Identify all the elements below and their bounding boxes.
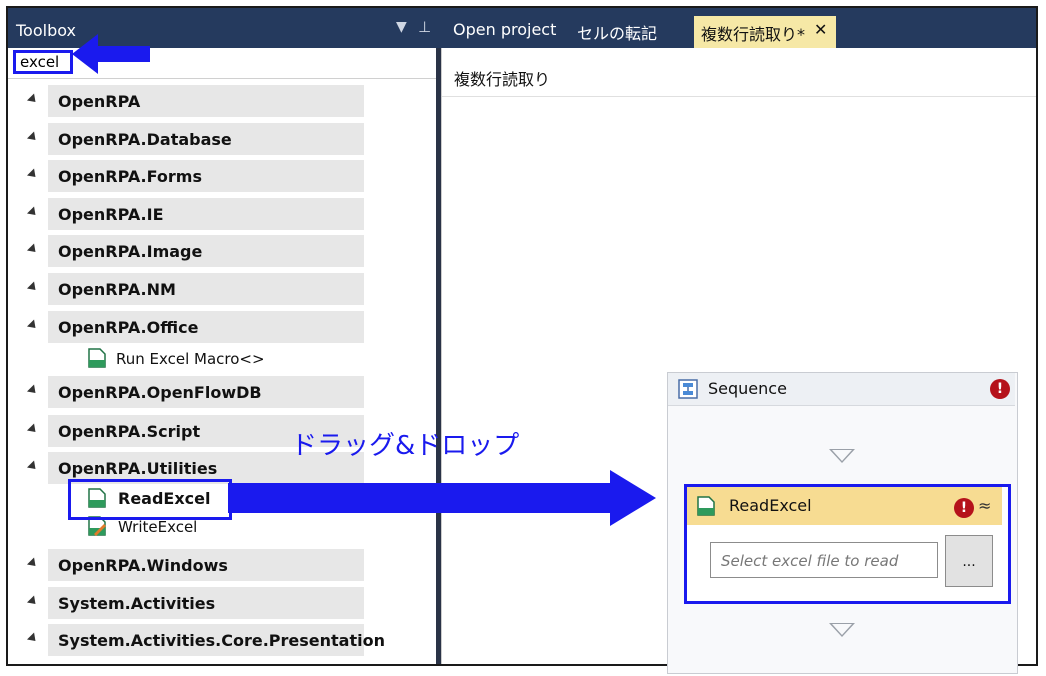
collapse-icon[interactable]: ≈ bbox=[978, 496, 991, 515]
category-openrpa[interactable]: OpenRPA bbox=[48, 85, 364, 117]
category-openrpa-image[interactable]: OpenRPA.Image bbox=[48, 235, 364, 267]
category-openrpa-ie[interactable]: OpenRPA.IE bbox=[48, 198, 364, 230]
tab-cell-copy[interactable]: セルの転記 bbox=[577, 20, 657, 44]
category-system-activities-core-presentation[interactable]: System.Activities.Core.Presentation bbox=[48, 624, 385, 656]
category-label: OpenRPA.Database bbox=[58, 130, 232, 149]
category-label: OpenRPA.Script bbox=[58, 422, 201, 441]
toolbox-title: Toolbox bbox=[16, 21, 76, 40]
toolbox-search-input[interactable]: excel bbox=[13, 50, 73, 74]
sequence-title: Sequence bbox=[708, 379, 787, 398]
tab-close-icon[interactable]: ✕ bbox=[814, 20, 827, 39]
expand-icon[interactable] bbox=[26, 423, 40, 436]
drop-target-icon[interactable] bbox=[829, 449, 855, 463]
tab-open-project[interactable]: Open project bbox=[453, 20, 556, 39]
readexcel-header: ReadExcel ! ≈ bbox=[687, 487, 1002, 525]
expand-icon[interactable] bbox=[26, 281, 40, 294]
category-openrpa-windows[interactable]: OpenRPA.Windows bbox=[48, 549, 364, 581]
drag-drop-arrow bbox=[228, 470, 656, 526]
document-tab-bar: Open project セルの転記 複数行読取り* ✕ bbox=[441, 8, 1036, 48]
excel-file-path-input[interactable]: Select excel file to read bbox=[710, 542, 938, 578]
expand-icon[interactable] bbox=[26, 243, 40, 256]
category-label: OpenRPA.Office bbox=[58, 318, 199, 337]
category-label: OpenRPA.Image bbox=[58, 242, 203, 261]
category-label: System.Activities bbox=[58, 594, 216, 613]
excel-file-icon bbox=[697, 496, 715, 516]
browse-file-button[interactable]: ... bbox=[945, 535, 993, 587]
category-label: OpenRPA.Utilities bbox=[58, 459, 218, 478]
error-icon: ! bbox=[990, 379, 1010, 399]
category-openrpa-openflowdb[interactable]: OpenRPA.OpenFlowDB bbox=[48, 376, 364, 408]
category-openrpa-office[interactable]: OpenRPA.Office bbox=[48, 311, 364, 343]
readexcel-highlight-box bbox=[68, 479, 232, 520]
toolbox-item-label: WriteExcel bbox=[118, 518, 198, 536]
expand-icon[interactable] bbox=[26, 595, 40, 608]
category-label: System.Activities.Core.Presentation bbox=[58, 631, 385, 650]
drag-drop-label: ドラッグ&ドロップ bbox=[291, 431, 520, 461]
category-label: OpenRPA.IE bbox=[58, 205, 164, 224]
expand-icon[interactable] bbox=[26, 168, 40, 181]
category-label: OpenRPA.NM bbox=[58, 280, 176, 299]
readexcel-activity[interactable]: ReadExcel ! ≈ Select excel file to read … bbox=[684, 484, 1011, 604]
breadcrumb-divider bbox=[442, 96, 1036, 97]
category-label: OpenRPA.Windows bbox=[58, 556, 228, 575]
error-icon: ! bbox=[954, 498, 974, 518]
expand-icon[interactable] bbox=[26, 206, 40, 219]
category-system-activities[interactable]: System.Activities bbox=[48, 587, 364, 619]
sequence-header: Sequence ! bbox=[668, 373, 1015, 406]
tab-active-workflow[interactable]: 複数行読取り* ✕ bbox=[694, 16, 836, 48]
category-openrpa-database[interactable]: OpenRPA.Database bbox=[48, 123, 364, 155]
tab-active-label: 複数行読取り* bbox=[701, 25, 806, 44]
category-label: OpenRPA.OpenFlowDB bbox=[58, 383, 262, 402]
breadcrumb[interactable]: 複数行読取り bbox=[454, 66, 550, 90]
expand-icon[interactable] bbox=[26, 384, 40, 397]
pin-icon[interactable]: ⊥ bbox=[418, 18, 431, 36]
expand-icon[interactable] bbox=[26, 557, 40, 570]
excel-file-icon bbox=[88, 348, 106, 368]
sequence-icon bbox=[678, 379, 698, 399]
expand-icon[interactable] bbox=[26, 460, 40, 473]
expand-icon[interactable] bbox=[26, 93, 40, 106]
search-highlight-arrow bbox=[72, 34, 150, 74]
toolbox-panel: Toolbox ▼ ⊥ excel OpenRPA OpenRPA.Databa… bbox=[8, 8, 443, 664]
dropdown-icon[interactable]: ▼ bbox=[396, 19, 407, 35]
category-label: OpenRPA bbox=[58, 92, 141, 111]
expand-icon[interactable] bbox=[26, 632, 40, 645]
drop-target-icon[interactable] bbox=[829, 623, 855, 637]
category-openrpa-nm[interactable]: OpenRPA.NM bbox=[48, 273, 364, 305]
expand-icon[interactable] bbox=[26, 131, 40, 144]
expand-icon[interactable] bbox=[26, 319, 40, 332]
category-label: OpenRPA.Forms bbox=[58, 167, 202, 186]
category-openrpa-forms[interactable]: OpenRPA.Forms bbox=[48, 160, 364, 192]
toolbox-item-label: Run Excel Macro<> bbox=[116, 350, 265, 368]
readexcel-title: ReadExcel bbox=[729, 496, 812, 515]
